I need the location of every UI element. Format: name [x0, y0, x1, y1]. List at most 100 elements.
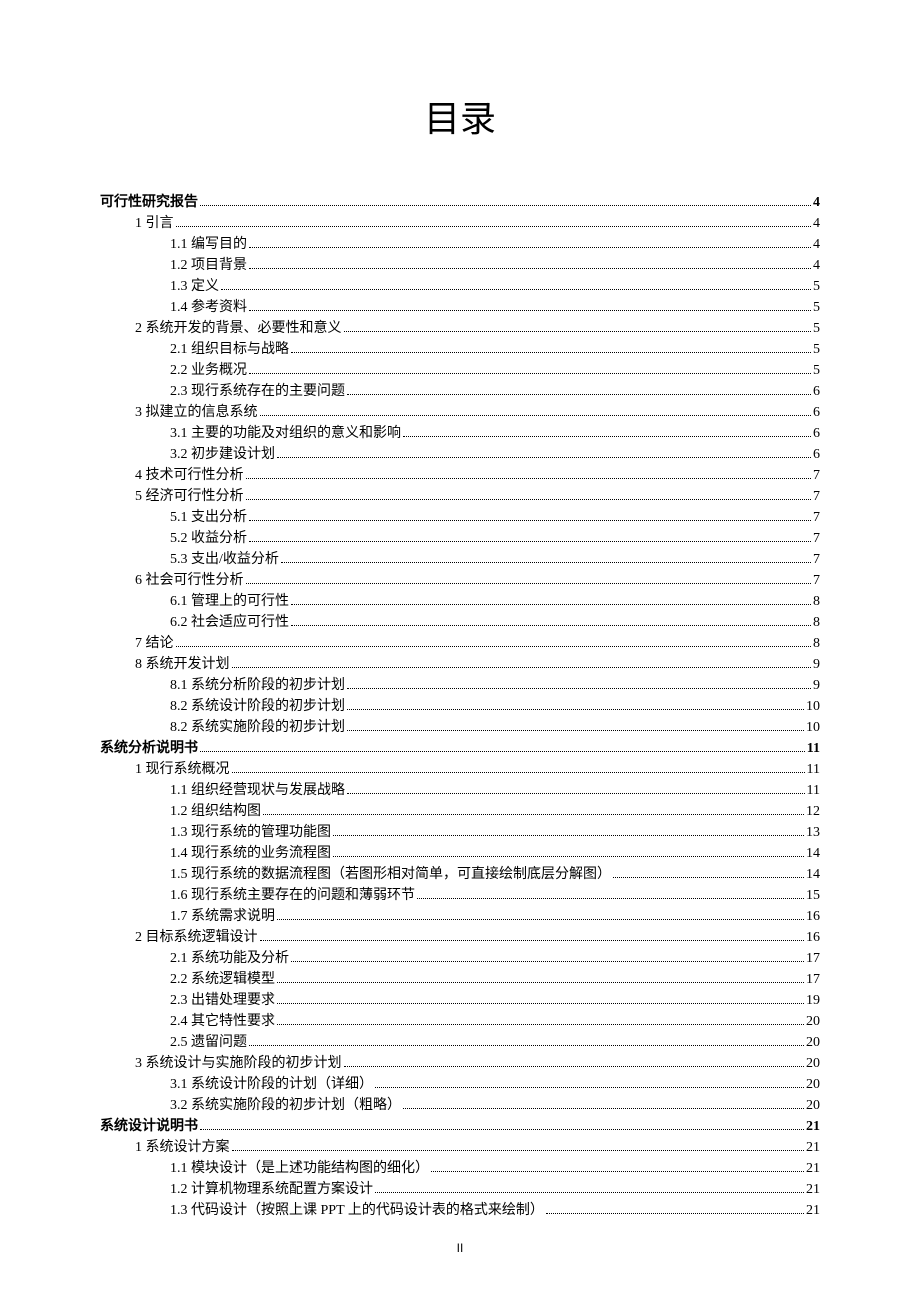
toc-entry-label: 2.1 系统功能及分析 — [170, 948, 289, 969]
toc-entry-label: 1.2 组织结构图 — [170, 801, 261, 822]
toc-entry-page: 6 — [813, 402, 820, 423]
toc-entry-label: 1 系统设计方案 — [135, 1137, 230, 1158]
toc-entry-page: 6 — [813, 444, 820, 465]
toc-entry-page: 14 — [806, 864, 820, 885]
toc-entry-page: 7 — [813, 486, 820, 507]
toc-leader-dots — [375, 1086, 804, 1088]
toc-leader-dots — [232, 771, 805, 773]
toc-entry-page: 5 — [813, 339, 820, 360]
page-title: 目录 — [100, 90, 820, 142]
toc-entry: 5.3 支出/收益分析 7 — [170, 549, 820, 570]
toc-entry-page: 4 — [813, 192, 820, 213]
toc-leader-dots — [347, 687, 811, 689]
toc-entry-label: 1.2 项目背景 — [170, 255, 247, 276]
toc-entry-label: 可行性研究报告 — [100, 192, 198, 213]
toc-entry-page: 14 — [806, 843, 820, 864]
table-of-contents: 可行性研究报告41 引言41.1 编写目的41.2 项目背景41.3 定义51.… — [100, 192, 820, 1221]
toc-entry: 1 引言 4 — [135, 213, 820, 234]
toc-entry-page: 8 — [813, 591, 820, 612]
toc-entry: 1.7 系统需求说明16 — [170, 906, 820, 927]
toc-entry: 8.1 系统分析阶段的初步计划9 — [170, 675, 820, 696]
toc-leader-dots — [277, 981, 804, 983]
toc-entry: 可行性研究报告 4 — [100, 192, 820, 213]
toc-entry: 1.2 组织结构图12 — [170, 801, 820, 822]
toc-entry-label: 2.2 业务概况 — [170, 360, 247, 381]
toc-leader-dots — [291, 624, 811, 626]
toc-entry-label: 1.2 计算机物理系统配置方案设计 — [170, 1179, 373, 1200]
toc-leader-dots — [249, 519, 811, 521]
toc-entry: 2.1 组织目标与战略5 — [170, 339, 820, 360]
toc-entry: 5 经济可行性分析7 — [135, 486, 820, 507]
toc-entry-label: 1.3 代码设计（按照上课 PPT 上的代码设计表的格式来绘制） — [170, 1200, 544, 1221]
toc-entry-page: 5 — [813, 276, 820, 297]
toc-leader-dots — [260, 414, 812, 416]
toc-entry-label: 3.2 系统实施阶段的初步计划（粗略） — [170, 1095, 401, 1116]
toc-entry-label: 1.1 组织经营现状与发展战略 — [170, 780, 345, 801]
toc-entry-label: 5.3 支出/收益分析 — [170, 549, 279, 570]
toc-entry-page: 5 — [813, 318, 820, 339]
toc-leader-dots — [546, 1212, 804, 1214]
toc-entry-label: 1 现行系统概况 — [135, 759, 230, 780]
toc-entry: 7 结论8 — [135, 633, 820, 654]
toc-leader-dots — [291, 351, 811, 353]
toc-entry-page: 7 — [813, 570, 820, 591]
toc-entry-label: 1.1 编写目的 — [170, 234, 247, 255]
toc-entry-page: 17 — [806, 969, 820, 990]
toc-entry-label: 2.2 系统逻辑模型 — [170, 969, 275, 990]
toc-entry-page: 7 — [813, 549, 820, 570]
toc-leader-dots — [347, 792, 805, 794]
toc-entry: 6.2 社会适应可行性 8 — [170, 612, 820, 633]
toc-leader-dots — [249, 267, 811, 269]
toc-entry-label: 8.2 系统设计阶段的初步计划 — [170, 696, 345, 717]
toc-entry-page: 11 — [807, 780, 820, 801]
toc-entry: 3 系统设计与实施阶段的初步计划20 — [135, 1053, 820, 1074]
toc-entry-page: 20 — [806, 1074, 820, 1095]
toc-entry-label: 3 拟建立的信息系统 — [135, 402, 258, 423]
toc-entry: 1.5 现行系统的数据流程图（若图形相对简单，可直接绘制底层分解图） 14 — [170, 864, 820, 885]
toc-entry: 3.1 主要的功能及对组织的意义和影响6 — [170, 423, 820, 444]
toc-entry-page: 7 — [813, 507, 820, 528]
toc-leader-dots — [403, 435, 811, 437]
toc-entry-label: 6.2 社会适应可行性 — [170, 612, 289, 633]
toc-entry-page: 13 — [806, 822, 820, 843]
toc-entry-page: 6 — [813, 381, 820, 402]
toc-entry: 3 拟建立的信息系统 6 — [135, 402, 820, 423]
toc-entry-label: 3.1 主要的功能及对组织的意义和影响 — [170, 423, 401, 444]
toc-entry: 6 社会可行性分析 7 — [135, 570, 820, 591]
toc-entry: 1.1 编写目的 4 — [170, 234, 820, 255]
toc-entry-page: 8 — [813, 612, 820, 633]
toc-entry-label: 6.1 管理上的可行性 — [170, 591, 289, 612]
toc-entry-page: 21 — [806, 1200, 820, 1221]
toc-entry-page: 4 — [813, 213, 820, 234]
toc-leader-dots — [263, 813, 804, 815]
toc-entry: 1.2 计算机物理系统配置方案设计21 — [170, 1179, 820, 1200]
toc-entry-label: 1 引言 — [135, 213, 174, 234]
toc-entry-label: 1.5 现行系统的数据流程图（若图形相对简单，可直接绘制底层分解图） — [170, 864, 611, 885]
toc-entry: 2.3 现行系统存在的主要问题6 — [170, 381, 820, 402]
toc-entry-label: 5.2 收益分析 — [170, 528, 247, 549]
toc-entry-page: 20 — [806, 1053, 820, 1074]
toc-entry-page: 17 — [806, 948, 820, 969]
toc-entry: 系统设计说明书21 — [100, 1116, 820, 1137]
toc-leader-dots — [221, 288, 811, 290]
toc-entry-label: 2.4 其它特性要求 — [170, 1011, 275, 1032]
toc-entry: 1.6 现行系统主要存在的问题和薄弱环节15 — [170, 885, 820, 906]
toc-entry-label: 1.3 定义 — [170, 276, 219, 297]
toc-entry: 8.2 系统设计阶段的初步计划10 — [170, 696, 820, 717]
toc-entry-page: 19 — [806, 990, 820, 1011]
toc-entry: 8 系统开发计划9 — [135, 654, 820, 675]
toc-entry: 4 技术可行性分析7 — [135, 465, 820, 486]
toc-entry-label: 1.1 模块设计（是上述功能结构图的细化） — [170, 1158, 429, 1179]
toc-entry-page: 5 — [813, 297, 820, 318]
toc-entry: 2 目标系统逻辑设计16 — [135, 927, 820, 948]
toc-entry-label: 6 社会可行性分析 — [135, 570, 244, 591]
toc-entry-page: 11 — [807, 738, 820, 759]
toc-leader-dots — [344, 1065, 805, 1067]
toc-leader-dots — [417, 897, 804, 899]
toc-leader-dots — [291, 603, 811, 605]
toc-entry-label: 8.1 系统分析阶段的初步计划 — [170, 675, 345, 696]
toc-entry: 6.1 管理上的可行性 8 — [170, 591, 820, 612]
toc-entry: 1.1 组织经营现状与发展战略 11 — [170, 780, 820, 801]
toc-entry-page: 4 — [813, 234, 820, 255]
toc-entry-label: 2.5 遗留问题 — [170, 1032, 247, 1053]
